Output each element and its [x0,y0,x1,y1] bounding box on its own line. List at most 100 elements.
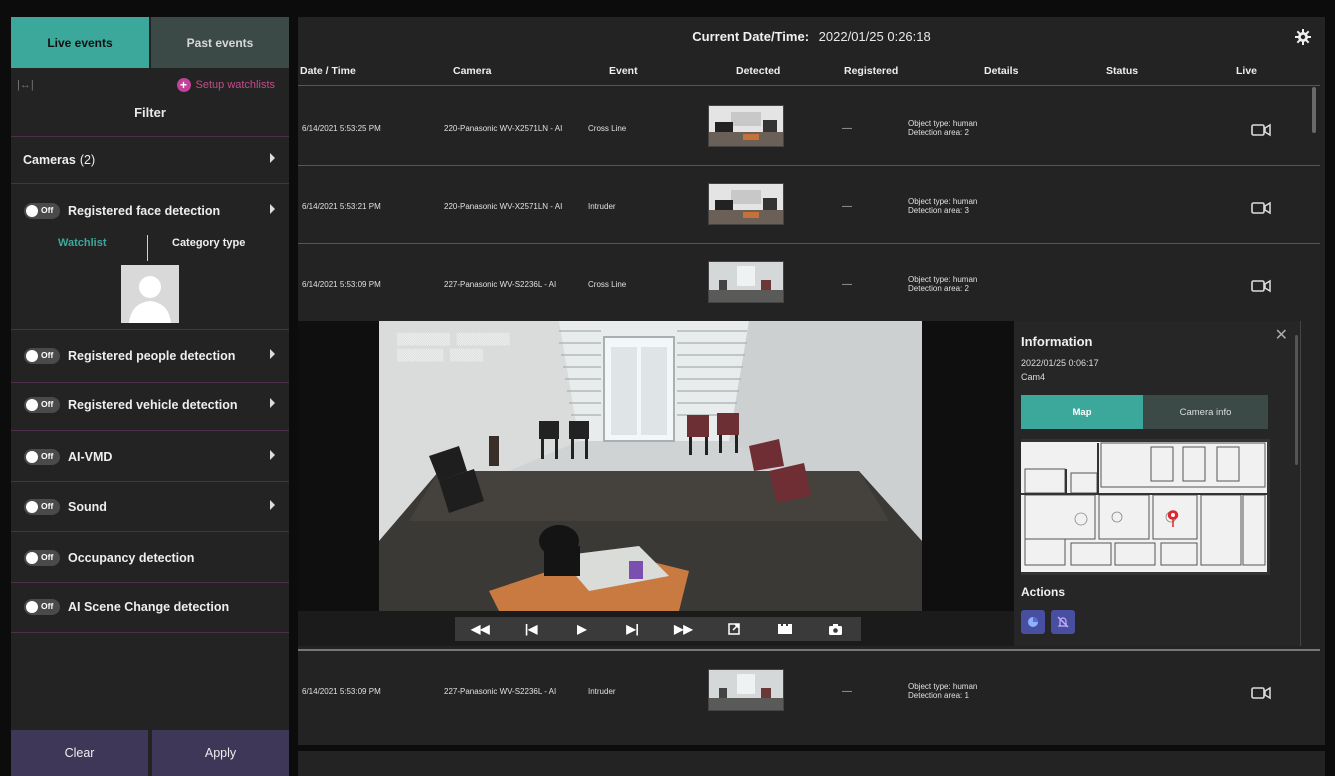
avatar-placeholder [121,265,179,323]
col-details: Details [984,65,1019,77]
snapshot-icon[interactable] [823,619,849,639]
detected-thumbnail[interactable] [708,105,784,147]
playback-toolbar: ◀◀ |◀ ▶ ▶| ▶▶ [455,617,861,641]
video-player[interactable]: ▒▒▒▒▒▒▒▒ ▒▒▒▒▒▒▒▒ ▒▒▒▒▒▒▒ ▒▒▒▒▒ [379,321,922,611]
table-row[interactable]: 6/14/2021 5:53:09 PM 227-Panasonic WV-S2… [298,245,1313,323]
current-datetime: Current Date/Time: 2022/01/25 0:26:18 [298,17,1325,57]
setup-watchlists-link[interactable]: + Setup watchlists [176,78,275,92]
filter-registered-face-detection: Off Registered face detection [11,196,289,226]
sidebar-toolbar: |↔| + Setup watchlists [11,77,289,97]
row-details-object: Object type: human [908,682,978,691]
row-event: Intruder [588,202,616,211]
plus-icon: + [176,78,191,92]
popout-icon[interactable] [721,619,747,639]
chevron-right-icon[interactable] [270,500,275,510]
row-camera: 220-Panasonic WV-X2571LN - AI [444,124,563,133]
clip-icon[interactable] [772,619,798,639]
tab-past-events[interactable]: Past events [149,17,289,68]
divider [11,183,289,184]
face-detection-toggle[interactable]: Off [24,203,60,219]
occupancy-toggle[interactable]: Off [24,550,60,566]
people-detection-toggle[interactable]: Off [24,348,60,364]
filter-label: AI Scene Change detection [68,600,230,614]
play-icon[interactable]: ▶ [569,619,595,639]
tab-category-type[interactable]: Category type [172,237,245,249]
row-camera: 220-Panasonic WV-X2571LN - AI [444,202,563,211]
tab-watchlist[interactable]: Watchlist [58,237,107,249]
vehicle-detection-toggle[interactable]: Off [24,397,60,413]
tab-live-events[interactable]: Live events [11,17,149,68]
ai-vmd-toggle[interactable]: Off [24,449,60,465]
divider [147,235,148,261]
video-letterbox [922,321,1014,611]
row-datetime: 6/14/2021 5:53:21 PM [302,202,381,211]
col-camera: Camera [453,65,492,77]
skip-forward-icon[interactable]: ▶| [620,619,646,639]
video-letterbox [298,321,379,611]
timer-icon [1028,617,1038,627]
expand-icon[interactable]: |↔| [17,79,34,91]
row-camera: 227-Panasonic WV-S2236L - AI [444,280,557,289]
acknowledge-action-button[interactable] [1021,610,1045,634]
apply-button[interactable]: Apply [152,730,289,776]
row-details-object: Object type: human [908,275,978,284]
filter-label: Registered face detection [68,204,221,218]
video-camera-icon[interactable] [1251,201,1271,215]
video-camera-icon[interactable] [1251,279,1271,293]
chevron-right-icon[interactable] [270,349,275,359]
col-detected: Detected [736,65,781,77]
events-panel: Current Date/Time: 2022/01/25 0:26:18 Da… [298,17,1325,776]
filter-sidebar: Live events Past events |↔| + Setup watc… [11,17,289,776]
mute-alarm-button[interactable] [1051,610,1075,634]
close-icon[interactable]: ✕ [1275,325,1288,345]
filter-label: Registered vehicle detection [68,398,238,412]
divider [298,85,1320,86]
event-tabs: Live events Past events [11,17,289,68]
cameras-count: (2) [79,153,96,167]
filter-title: Filter [134,105,166,120]
tab-map[interactable]: Map [1021,395,1143,429]
row-registered: — [842,123,852,134]
gear-icon[interactable] [1295,29,1311,45]
clear-button[interactable]: Clear [11,730,148,776]
row-details-object: Object type: human [908,197,978,206]
floor-map[interactable] [1021,439,1270,575]
chevron-right-icon[interactable] [270,398,275,408]
filter-registered-vehicle-detection: Off Registered vehicle detection [11,390,289,420]
divider [11,582,289,583]
table-row[interactable]: 6/14/2021 5:53:21 PM 220-Panasonic WV-X2… [298,167,1313,245]
col-status: Status [1106,65,1139,77]
row-camera: 227-Panasonic WV-S2236L - AI [444,687,557,696]
detected-thumbnail[interactable] [708,261,784,303]
divider [298,165,1320,166]
row-event: Intruder [588,687,616,696]
row-registered: — [842,686,852,697]
chevron-right-icon[interactable] [270,450,275,460]
video-camera-icon[interactable] [1251,123,1271,137]
table-row[interactable]: 6/14/2021 5:53:25 PM 220-Panasonic WV-X2… [298,87,1313,165]
skip-back-icon[interactable]: |◀ [518,619,544,639]
fast-forward-icon[interactable]: ▶▶ [670,619,696,639]
tab-camera-info[interactable]: Camera info [1143,395,1268,429]
app: Live events Past events |↔| + Setup watc… [0,0,1335,776]
rewind-icon[interactable]: ◀◀ [467,619,493,639]
info-date: 2022/01/25 0:06:17 [1021,358,1099,368]
detected-thumbnail[interactable] [708,183,784,225]
divider [11,481,289,482]
detected-thumbnail[interactable] [708,669,784,711]
scene-change-toggle[interactable]: Off [24,599,60,615]
video-camera-icon[interactable] [1251,686,1271,700]
face-subtabs: Watchlist Category type [11,235,289,261]
col-event: Event [609,65,638,77]
sound-toggle[interactable]: Off [24,499,60,515]
scrollbar[interactable] [1295,335,1298,465]
cameras-label: Cameras [23,153,76,167]
cameras-filter[interactable]: Cameras (2) [11,145,289,175]
playback-controls: ◀◀ |◀ ▶ ▶| ▶▶ [298,611,1014,646]
table-row[interactable]: 6/14/2021 5:53:09 PM 227-Panasonic WV-S2… [298,653,1313,731]
filter-label: AI-VMD [68,450,113,464]
row-details-area: Detection area: 2 [908,284,969,293]
divider [298,649,1320,651]
chevron-right-icon[interactable] [270,204,275,214]
row-datetime: 6/14/2021 5:53:09 PM [302,687,381,696]
